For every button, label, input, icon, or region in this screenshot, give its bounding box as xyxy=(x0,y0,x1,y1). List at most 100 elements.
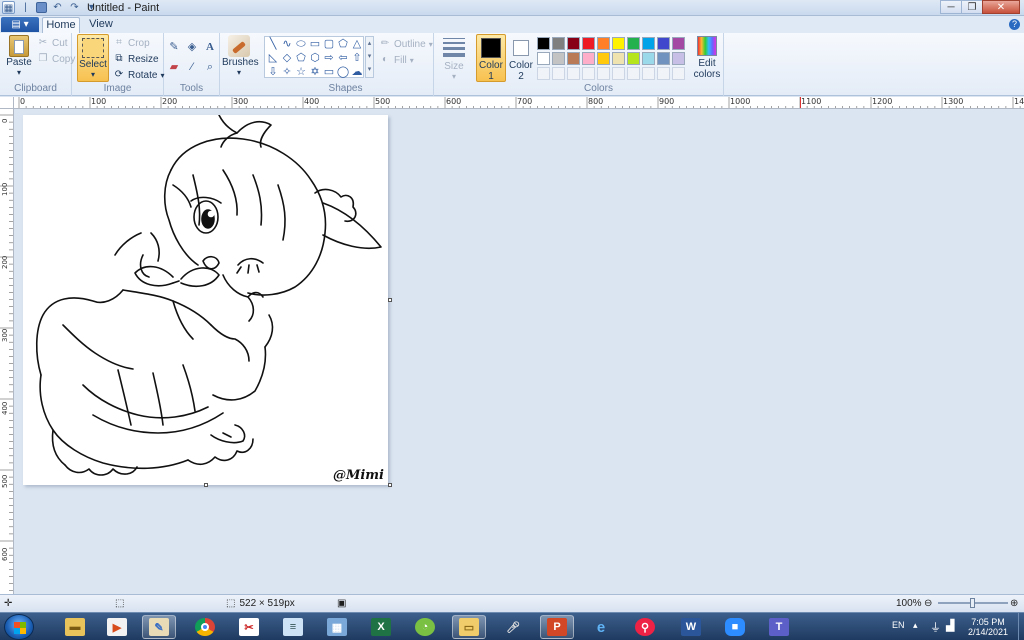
palette-color-swatch[interactable] xyxy=(657,52,670,65)
palette-color-swatch[interactable] xyxy=(552,37,565,50)
palette-color-swatch[interactable] xyxy=(627,52,640,65)
shape-option[interactable]: ⬭ xyxy=(294,37,308,51)
text-tool-icon[interactable]: A xyxy=(202,39,218,55)
custom-color-slot[interactable] xyxy=(552,67,565,80)
brushes-button[interactable]: Brushes ▾ xyxy=(222,35,259,77)
select-button[interactable]: Select ▾ xyxy=(77,34,109,82)
shape-option[interactable]: ╲ xyxy=(266,37,280,51)
shape-option[interactable]: ⇩ xyxy=(266,65,280,79)
shape-option[interactable]: ◯ xyxy=(336,65,350,79)
color2-button[interactable]: Color 2 xyxy=(508,34,534,82)
shape-option[interactable]: ☆ xyxy=(294,65,308,79)
paste-button[interactable]: Paste ▾ xyxy=(4,35,34,77)
zoom-slider[interactable] xyxy=(938,598,1008,608)
custom-color-slot[interactable] xyxy=(612,67,625,80)
shape-option[interactable]: ⬠ xyxy=(336,37,350,51)
microphone-tray-icon[interactable]: ⏚ xyxy=(930,619,941,635)
undo-icon[interactable]: ↶ xyxy=(51,1,64,14)
show-desktop-button[interactable] xyxy=(1018,613,1024,640)
resize-handle-right[interactable] xyxy=(388,298,392,302)
shape-option[interactable]: ◺ xyxy=(266,51,280,65)
size-button[interactable]: Size ▾ xyxy=(439,38,469,81)
palette-color-swatch[interactable] xyxy=(627,37,640,50)
pin-app-icon[interactable]: ⚲ xyxy=(628,615,662,639)
language-indicator[interactable]: EN xyxy=(892,620,905,630)
custom-color-slot[interactable] xyxy=(642,67,655,80)
file-explorer-icon[interactable]: ▬ xyxy=(58,615,92,639)
zoom-slider-thumb[interactable] xyxy=(970,598,975,608)
custom-color-slot[interactable] xyxy=(582,67,595,80)
paint-app-icon[interactable]: ▦ xyxy=(2,1,15,14)
shape-option[interactable]: ⇧ xyxy=(350,51,364,65)
shapes-gallery-scroll[interactable]: ▴ ▾ ▾ xyxy=(365,36,374,78)
custom-color-slot[interactable] xyxy=(537,67,550,80)
palette-color-swatch[interactable] xyxy=(537,37,550,50)
green-app-icon[interactable]: ◔ xyxy=(408,615,442,639)
palette-color-swatch[interactable] xyxy=(597,37,610,50)
signal-icon[interactable]: ▟ xyxy=(946,619,954,632)
palette-color-swatch[interactable] xyxy=(672,52,685,65)
zoom-out-button[interactable]: ⊖ xyxy=(924,598,932,609)
custom-color-slot[interactable] xyxy=(597,67,610,80)
palette-color-swatch[interactable] xyxy=(567,52,580,65)
powerpoint-icon[interactable]: P xyxy=(540,615,574,639)
help-icon[interactable]: ? xyxy=(1009,19,1020,30)
show-hidden-icons-icon[interactable]: ▴ xyxy=(913,620,918,631)
maximize-button[interactable]: ❐ xyxy=(961,0,983,14)
outline-button[interactable]: ✏ Outline ▾ xyxy=(379,38,433,50)
custom-color-slot[interactable] xyxy=(657,67,670,80)
shape-option[interactable]: ▭ xyxy=(322,65,336,79)
palette-color-swatch[interactable] xyxy=(537,52,550,65)
clock[interactable]: 7:05 PM 2/14/2021 xyxy=(966,617,1010,637)
control-panel-icon[interactable]: ▦ xyxy=(320,615,354,639)
cut-button[interactable]: ✂ Cut xyxy=(37,37,68,49)
tab-home[interactable]: Home xyxy=(42,17,80,33)
palette-color-swatch[interactable] xyxy=(642,52,655,65)
zoom-app-icon[interactable]: ■ xyxy=(718,615,752,639)
excel-icon[interactable]: X xyxy=(364,615,398,639)
palette-color-swatch[interactable] xyxy=(567,37,580,50)
rotate-button[interactable]: ⟳ Rotate ▾ xyxy=(113,69,165,81)
redo-icon[interactable]: ↷ xyxy=(68,1,81,14)
fill-bucket-icon[interactable]: ◈ xyxy=(184,39,200,55)
color1-button[interactable]: Color 1 xyxy=(476,34,506,82)
palette-color-swatch[interactable] xyxy=(597,52,610,65)
file-menu-button[interactable]: ▤ ▾ xyxy=(1,17,39,32)
shape-option[interactable]: ▢ xyxy=(322,37,336,51)
palette-color-swatch[interactable] xyxy=(582,37,595,50)
shape-option[interactable]: △ xyxy=(350,37,364,51)
pencil-icon[interactable]: ✎ xyxy=(166,39,182,55)
shape-option[interactable]: ◇ xyxy=(280,51,294,65)
shape-option[interactable]: ▭ xyxy=(308,37,322,51)
zoom-in-button[interactable]: ⊕ xyxy=(1010,598,1018,609)
word-icon[interactable]: W xyxy=(674,615,708,639)
eraser-icon[interactable]: ▰ xyxy=(166,59,182,75)
palette-color-swatch[interactable] xyxy=(657,37,670,50)
shape-option[interactable]: ∿ xyxy=(280,37,294,51)
media-player-icon[interactable]: ▶ xyxy=(100,615,134,639)
palette-color-swatch[interactable] xyxy=(612,52,625,65)
tab-view[interactable]: View xyxy=(84,17,118,33)
crop-button[interactable]: ⌗ Crop xyxy=(113,37,150,49)
shape-option[interactable]: ⇦ xyxy=(336,51,350,65)
resize-handle-bottom[interactable] xyxy=(204,483,208,487)
shape-option[interactable]: ✡ xyxy=(308,65,322,79)
palette-color-swatch[interactable] xyxy=(612,37,625,50)
snipping-tool-icon[interactable]: ✂ xyxy=(232,615,266,639)
drawing-canvas[interactable]: @Mimi xyxy=(23,114,392,487)
minimize-button[interactable]: ─ xyxy=(940,0,962,14)
save-icon[interactable] xyxy=(36,2,47,13)
notepad-icon[interactable]: ≡ xyxy=(276,615,310,639)
internet-explorer-icon[interactable]: e xyxy=(584,615,618,639)
palette-color-swatch[interactable] xyxy=(552,52,565,65)
shape-option[interactable]: ⬠ xyxy=(294,51,308,65)
custom-color-slot[interactable] xyxy=(567,67,580,80)
palette-color-swatch[interactable] xyxy=(642,37,655,50)
custom-color-slot[interactable] xyxy=(672,67,685,80)
resize-handle-corner[interactable] xyxy=(388,483,392,487)
chrome-icon[interactable] xyxy=(188,615,222,639)
shape-option[interactable]: ⇨ xyxy=(322,51,336,65)
palette-color-swatch[interactable] xyxy=(672,37,685,50)
fill-button[interactable]: ◐ Fill ▾ xyxy=(379,54,414,66)
teams-icon[interactable]: T xyxy=(762,615,796,639)
